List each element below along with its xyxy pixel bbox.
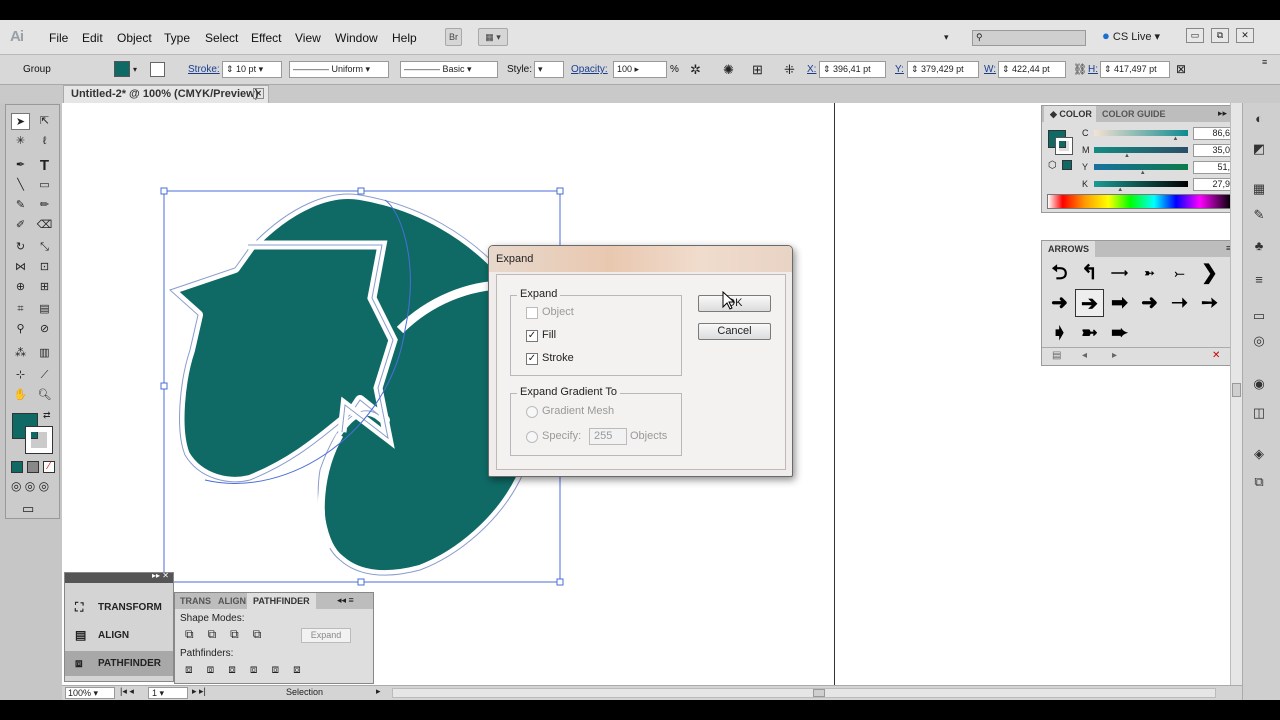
color-panel-icon[interactable]: ◐ <box>1249 111 1269 128</box>
gradient-group-title: Expand Gradient To <box>517 386 621 398</box>
m-slider-marker[interactable]: ▲ <box>1124 153 1130 159</box>
pathfinder-panel: TRANS ALIGN PATHFINDER ◂◂ ≡ Shape Modes:… <box>174 592 374 684</box>
status-mode[interactable]: Selection <box>286 687 323 697</box>
shape-mode-buttons[interactable]: ⧉⧉⧉⧉ <box>185 627 275 642</box>
symbol-library-icon[interactable]: ▤ <box>1052 350 1061 361</box>
arrow-symbol-right-2[interactable]: ➔ <box>1075 289 1104 317</box>
arrow-symbol-right-7[interactable]: ➧ <box>1045 319 1074 347</box>
arrow-symbol-right-9[interactable]: ➨ <box>1105 319 1134 347</box>
pathfinder-buttons[interactable]: ⧈⧈⧈⧈⧈⧈ <box>185 662 315 677</box>
color-stroke-swatch[interactable] <box>1055 137 1073 155</box>
k-slider[interactable] <box>1094 181 1188 187</box>
arrow-symbol-right-6[interactable]: ➙ <box>1195 289 1224 317</box>
gradient-mesh-radio[interactable] <box>526 406 538 418</box>
collapsed-panel-group: ▸▸ ✕ ⛶ TRANSFORM ▤ ALIGN ⧈ PATHFINDER <box>64 571 174 682</box>
layers-icon[interactable]: ◈ <box>1249 446 1269 463</box>
m-slider[interactable] <box>1094 147 1188 153</box>
tab-arrows[interactable]: ARROWS <box>1042 241 1095 257</box>
artboards-icon[interactable]: ⧉ <box>1249 474 1269 491</box>
mouse-cursor-icon <box>722 291 736 310</box>
pathfinder-menu-icon[interactable]: ◂◂ ≡ <box>337 595 354 606</box>
stroke-checkbox[interactable]: ✓ <box>526 353 538 365</box>
arrow-symbol-thin[interactable]: ⟶ <box>1105 259 1134 287</box>
tab-pathfinder[interactable]: PATHFINDER <box>247 593 316 609</box>
arrow-symbol-right-1[interactable]: ➜ <box>1045 289 1074 317</box>
transform-panel-icon: ⛶ <box>75 600 84 614</box>
specify-objects-input[interactable]: 255 <box>589 428 627 445</box>
tab-transform[interactable]: TRANS <box>175 593 216 609</box>
dialog-title[interactable]: Expand <box>489 246 792 272</box>
arrow-symbol-right-5[interactable]: ➝ <box>1165 289 1194 317</box>
shape-modes-label: Shape Modes: <box>180 613 245 624</box>
expand-button[interactable]: Expand <box>301 628 351 643</box>
arrow-symbol-turn-left[interactable]: ↰ <box>1075 259 1104 287</box>
arrow-symbol-u-turn[interactable]: ⮌ <box>1045 259 1074 287</box>
objects-label: Objects <box>630 430 668 442</box>
k-slider-marker[interactable]: ▲ <box>1117 187 1123 193</box>
arrows-panel-footer: ▤ ◂ ▸ ✕ <box>1042 347 1238 365</box>
expand-group-title: Expand <box>517 288 561 300</box>
gamut-swatch[interactable] <box>1062 160 1072 170</box>
fill-label: Fill <box>542 329 557 341</box>
cancel-button[interactable]: Cancel <box>698 323 771 340</box>
fill-checkbox[interactable]: ✓ <box>526 330 538 342</box>
next-artboard-icon[interactable]: ▸ ▸| <box>192 686 206 697</box>
artboard-number-field[interactable]: 1 ▾ <box>148 687 188 699</box>
color-guide-icon[interactable]: ◩ <box>1249 141 1269 158</box>
object-label: Object <box>542 306 574 318</box>
pathfinders-label: Pathfinders: <box>180 648 234 659</box>
object-checkbox[interactable] <box>526 307 538 319</box>
first-artboard-icon[interactable]: |◂ ◂ <box>120 686 134 697</box>
stroke-icon[interactable]: ≡ <box>1249 272 1269 289</box>
appearance-icon[interactable]: ◉ <box>1249 376 1269 393</box>
m-label: M <box>1082 145 1090 155</box>
k-label: K <box>1082 179 1089 189</box>
c-slider-marker[interactable]: ▲ <box>1172 136 1178 142</box>
color-spectrum[interactable] <box>1047 194 1232 209</box>
specify-radio[interactable] <box>526 431 538 443</box>
y-label: Y <box>1082 162 1089 172</box>
stroke-label: Stroke <box>542 352 574 364</box>
tab-align[interactable]: ALIGN <box>213 593 251 609</box>
y-slider-marker[interactable]: ▲ <box>1140 170 1146 176</box>
symbols-icon[interactable]: ♣ <box>1249 238 1269 255</box>
previous-library-icon[interactable]: ◂ <box>1082 350 1087 361</box>
expand-dialog: Expand Expand Object ✓ Fill ✓ Stroke Exp… <box>488 245 793 477</box>
status-bar: 100% ▾ |◂ ◂ 1 ▾ ▸ ▸| Selection ▸ <box>62 685 1242 700</box>
next-library-icon[interactable]: ▸ <box>1112 350 1117 361</box>
zoom-field[interactable]: 100% ▾ <box>65 687 115 699</box>
panel-pathfinder[interactable]: ⧈ PATHFINDER <box>65 651 173 676</box>
pathfinder-panel-icon: ⧈ <box>75 656 83 670</box>
bottom-black-bar <box>0 700 1280 720</box>
arrows-symbol-panel: ARROWS ≡ ⮌ ↰ ⟶ ➳ ⤚ ❯ ➜ ➔ ➡ ➜ ➝ ➙ ➧ ➼ ➨ ▤… <box>1041 240 1239 366</box>
delete-icon[interactable]: ✕ <box>1212 350 1220 361</box>
panel-group-header[interactable]: ▸▸ ✕ <box>65 571 173 583</box>
tab-color[interactable]: ◆ COLOR <box>1044 106 1098 122</box>
panel-transform[interactable]: ⛶ TRANSFORM <box>65 595 173 620</box>
brushes-icon[interactable]: ✎ <box>1249 207 1269 224</box>
arrow-symbol-right-8[interactable]: ➼ <box>1075 319 1104 347</box>
arrow-symbol-right-3[interactable]: ➡ <box>1105 289 1134 317</box>
swatches-icon[interactable]: ▦ <box>1249 181 1269 198</box>
color-panel: ◆ COLOR COLOR GUIDE ▸▸ ≡ ⬡ C 86,67 % M 3… <box>1041 105 1250 213</box>
transparency-icon[interactable]: ◎ <box>1249 333 1269 350</box>
arrow-symbol-feather[interactable]: ➳ <box>1135 259 1164 287</box>
arrow-symbol-right-4[interactable]: ➜ <box>1135 289 1164 317</box>
panel-align[interactable]: ▤ ALIGN <box>65 623 173 648</box>
vertical-scrollbar[interactable] <box>1230 103 1242 685</box>
tab-color-guide[interactable]: COLOR GUIDE <box>1096 106 1172 122</box>
arrow-symbol-chevron[interactable]: ❯ <box>1195 259 1224 287</box>
arrow-symbol-tail[interactable]: ⤚ <box>1165 259 1194 287</box>
gradient-mesh-label: Gradient Mesh <box>542 405 615 417</box>
gradient-icon[interactable]: ▭ <box>1249 308 1269 325</box>
out-of-gamut-icon: ⬡ <box>1048 160 1057 171</box>
status-menu-icon[interactable]: ▸ <box>376 686 381 697</box>
graphic-styles-icon[interactable]: ◫ <box>1249 405 1269 422</box>
horizontal-scrollbar[interactable] <box>392 688 1216 698</box>
align-panel-icon: ▤ <box>75 628 87 642</box>
dialog-body: Expand Object ✓ Fill ✓ Stroke Expand Gra… <box>496 274 786 470</box>
specify-label: Specify: <box>542 430 582 442</box>
c-label: C <box>1082 128 1089 138</box>
gradient-group <box>510 393 682 456</box>
